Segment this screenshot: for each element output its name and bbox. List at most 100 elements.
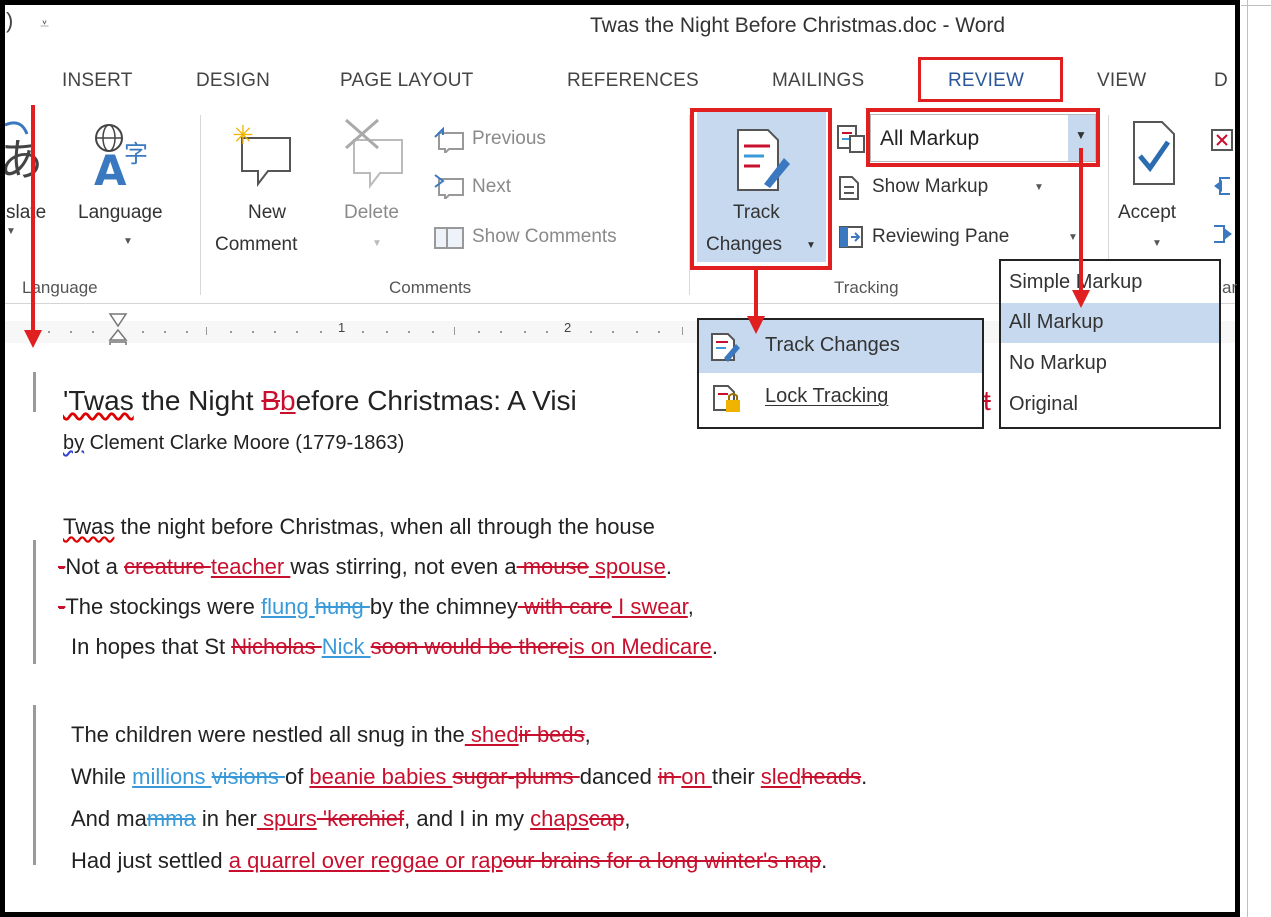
menu-item-all-markup[interactable]: All Markup	[1009, 311, 1103, 334]
deleted-text: in	[658, 764, 682, 789]
show-comments-icon	[433, 224, 467, 255]
annotation-arrowhead	[1072, 290, 1090, 308]
annotation-arrow	[1079, 148, 1083, 290]
next-label: Next	[472, 176, 512, 197]
group-label-comments: Comments	[389, 278, 472, 297]
text-span: danced	[579, 764, 658, 789]
reviewing-pane-button[interactable]: Reviewing Pane	[872, 226, 1009, 248]
poem-line[interactable]: The children were nestled all snug in th…	[71, 722, 591, 748]
ruler-tick	[230, 331, 232, 333]
show-comments-label: Show Comments	[472, 226, 617, 247]
deleted-text: heads	[801, 764, 862, 789]
text-span: While	[71, 764, 133, 789]
deleted-text: sugar-plums	[452, 764, 580, 789]
tab-mailings[interactable]: MAILINGS	[772, 70, 864, 92]
tab-references[interactable]: REFERENCES	[567, 70, 699, 92]
reject-icon[interactable]	[1210, 128, 1235, 157]
delete-label: Delete	[344, 202, 399, 223]
text-span: .	[821, 848, 828, 873]
tab-view[interactable]: VIEW	[1097, 70, 1146, 92]
accept-button[interactable]: Accept	[1118, 202, 1176, 224]
inserted-text: millions	[132, 764, 212, 789]
language-label: Language	[78, 202, 163, 223]
delete-comment-icon	[345, 118, 403, 189]
deleted-text: hung	[314, 594, 370, 619]
change-bar	[33, 372, 36, 412]
poem-line[interactable]: Had just settled a quarrel over reggae o…	[71, 848, 827, 874]
window-title: Twas the Night Before Christmas.doc - Wo…	[590, 14, 1006, 37]
ruler-tick	[142, 331, 144, 333]
text-span: by the chimney	[369, 594, 518, 619]
text-span: ,	[584, 722, 591, 747]
group-label-tracking: Tracking	[834, 278, 899, 297]
ruler-tick	[454, 327, 455, 335]
menu-item-lock-tracking[interactable]: Lock Tracking	[765, 385, 888, 408]
show-markup-icon	[838, 175, 862, 206]
inserted-text: sled	[760, 764, 802, 789]
ruler-tick	[320, 331, 322, 333]
quick-access-customize-icon[interactable]: ⩡	[40, 16, 49, 34]
tab-page-layout[interactable]: PAGE LAYOUT	[340, 70, 473, 92]
text-span: was stirring, not even a	[290, 554, 517, 579]
deleted-text: creature	[124, 554, 211, 579]
delete-comment-button	[344, 118, 404, 198]
next-comment-icon	[433, 173, 467, 204]
new-comment-icon: ✳	[232, 121, 291, 187]
tab-design[interactable]: DESIGN	[196, 70, 270, 92]
document-title[interactable]: 'Twas the Night Bbefore Christmas: A Vis…	[63, 385, 577, 417]
tab-developer[interactable]: D	[1214, 70, 1228, 92]
inserted-text: chaps	[530, 806, 589, 831]
ruler-tick	[500, 331, 502, 333]
text-span: .	[665, 554, 672, 579]
chevron-down-icon: ▼	[1068, 232, 1078, 243]
tab-insert[interactable]: INSERT	[62, 70, 133, 92]
new-comment-button[interactable]: ✳	[232, 118, 292, 198]
poem-line[interactable]: And mamma in her spurs 'kerchief, and I …	[71, 806, 630, 832]
chevron-down-icon: ▼	[372, 238, 382, 249]
text-span: ,	[624, 806, 631, 831]
deleted-text: mma	[146, 806, 196, 831]
poem-line[interactable]: Twas the night before Christmas, when al…	[63, 514, 655, 540]
poem-line[interactable]: In hopes that St Nicholas Nick soon woul…	[71, 634, 718, 660]
ruler-tick	[274, 331, 276, 333]
menu-item-track-changes[interactable]: Track Changes	[765, 334, 900, 357]
text-span: .	[711, 634, 718, 659]
text-span: In hopes that St	[71, 634, 232, 659]
text-span: Had just settled	[71, 848, 229, 873]
poem-line[interactable]: -Not a creature teacher was stirring, no…	[58, 554, 672, 580]
ruler-tick	[546, 331, 548, 333]
annotation-arrowhead	[24, 330, 42, 348]
inserted-text: spurs	[256, 806, 317, 831]
previous-change-icon[interactable]	[1210, 174, 1235, 203]
show-markup-button[interactable]: Show Markup	[872, 176, 988, 198]
text-span: efore Christmas: A Visi	[295, 385, 577, 416]
frame-border-bottom	[0, 912, 1240, 917]
annotation-arrowhead	[747, 316, 765, 334]
annotation-arrow	[31, 105, 35, 330]
poem-line[interactable]: While millions visions of beanie babies …	[71, 764, 867, 790]
ruler-tick	[432, 331, 434, 333]
deleted-text: cap	[588, 806, 625, 831]
ruler-tick	[252, 331, 254, 333]
track-changes-highlight	[690, 108, 832, 270]
deleted-text: ir beds	[518, 722, 585, 747]
document-byline[interactable]: by Clement Clarke Moore (1779-1863)	[63, 432, 404, 455]
next-change-icon[interactable]	[1210, 222, 1235, 251]
change-bar	[33, 540, 36, 664]
ruler-tick	[658, 331, 660, 333]
text-span: 'Twas	[63, 385, 134, 416]
ruler-tick	[636, 331, 638, 333]
app-icon-fragment: )	[6, 8, 14, 33]
poem-line[interactable]: -The stockings were flung hung by the ch…	[58, 594, 694, 620]
menu-item-no-markup[interactable]: No Markup	[1009, 352, 1107, 375]
deleted-text: mouse	[516, 554, 589, 579]
display-for-review-icon	[836, 124, 866, 159]
ruler-tick	[590, 331, 592, 333]
ruler-tick	[524, 331, 526, 333]
language-button[interactable]: A 字	[90, 118, 170, 203]
inserted-text: is on Medicare	[568, 634, 712, 659]
annotation-arrow	[754, 270, 758, 316]
menu-item-original[interactable]: Original	[1009, 393, 1078, 416]
new-comment-label-line1: New	[248, 202, 287, 223]
ruler-number: 2	[564, 320, 572, 335]
